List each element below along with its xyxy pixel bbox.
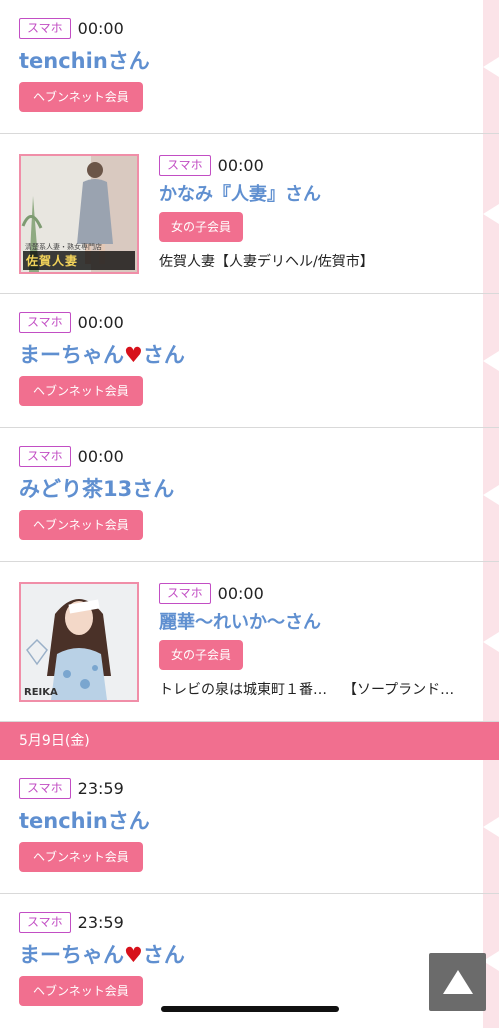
- member-type-badge: ヘブンネット会員: [19, 376, 143, 406]
- visitor-name-link[interactable]: tenchinさん: [19, 48, 479, 74]
- girl-photo[interactable]: 清楚系人妻・熟女専門店 佐賀人妻: [19, 154, 139, 274]
- member-type-badge: ヘブンネット会員: [19, 842, 143, 872]
- side-strip: [483, 134, 499, 293]
- visitor-name-link[interactable]: tenchinさん: [19, 808, 479, 834]
- visitor-name-link[interactable]: まーちゃん♥さん: [19, 942, 479, 968]
- member-type-badge: ヘブンネット会員: [19, 510, 143, 540]
- shop-type: 【ソープランド…: [343, 682, 455, 698]
- visit-time: 00:00: [217, 583, 264, 603]
- list-item[interactable]: スマホ 23:59 tenchinさん ヘブンネット会員: [0, 760, 499, 894]
- member-type-badge: ヘブンネット会員: [19, 82, 143, 112]
- triangle-up-icon: [442, 970, 473, 994]
- list-item[interactable]: REIKA スマホ 00:00 麗華〜れいか〜さん 女の子会員 トレビの泉は城東…: [0, 562, 499, 722]
- photo-caption: REIKA: [24, 687, 58, 698]
- list-item[interactable]: スマホ 00:00 tenchinさん ヘブンネット会員: [0, 0, 499, 134]
- visit-time: 00:00: [77, 446, 124, 466]
- visit-time: 00:00: [77, 312, 124, 332]
- member-type-badge: 女の子会員: [159, 212, 244, 242]
- access-history-feed: スマホ 00:00 tenchinさん ヘブンネット会員 清楚系人妻・熟女専門店…: [0, 0, 499, 1028]
- visit-time: 23:59: [77, 778, 124, 798]
- device-badge: スマホ: [19, 445, 71, 467]
- heart-icon: ♥: [124, 943, 143, 967]
- member-type-badge: 女の子会員: [159, 640, 244, 670]
- list-item[interactable]: スマホ 00:00 まーちゃん♥さん ヘブンネット会員: [0, 294, 499, 428]
- side-strip: [483, 562, 499, 721]
- name-text: まーちゃん: [19, 943, 124, 967]
- visitor-name-link[interactable]: まーちゃん♥さん: [19, 342, 479, 368]
- device-badge: スマホ: [159, 154, 211, 176]
- visit-time: 00:00: [217, 155, 264, 175]
- visit-time: 23:59: [77, 912, 124, 932]
- name-text: まーちゃん: [19, 343, 124, 367]
- side-strip: [483, 428, 499, 561]
- visitor-name-link[interactable]: みどり茶13さん: [19, 476, 479, 502]
- device-badge: スマホ: [159, 582, 211, 604]
- visit-time: 00:00: [77, 18, 124, 38]
- home-indicator[interactable]: [161, 1006, 339, 1012]
- member-type-badge: ヘブンネット会員: [19, 976, 143, 1006]
- visitor-name-link[interactable]: 麗華〜れいか〜さん: [159, 612, 479, 634]
- photo-caption: 佐賀人妻: [23, 251, 135, 270]
- device-badge: スマホ: [19, 17, 71, 39]
- device-badge: スマホ: [19, 777, 71, 799]
- device-badge: スマホ: [19, 311, 71, 333]
- heart-icon: ♥: [124, 343, 143, 367]
- visitor-name-link[interactable]: かなみ『人妻』さん: [159, 184, 479, 206]
- name-suffix: さん: [142, 943, 185, 967]
- shop-name-link[interactable]: トレビの泉は城東町１番…: [159, 679, 327, 699]
- list-item[interactable]: 清楚系人妻・熟女専門店 佐賀人妻 スマホ 00:00 かなみ『人妻』さん 女の子…: [0, 134, 499, 294]
- scroll-to-top-button[interactable]: [429, 953, 486, 1011]
- side-strip: [483, 294, 499, 427]
- date-separator: 5月9日(金): [0, 722, 499, 760]
- shop-name-link[interactable]: 佐賀人妻【人妻デリヘル/佐賀市】: [159, 251, 374, 271]
- list-item[interactable]: スマホ 00:00 みどり茶13さん ヘブンネット会員: [0, 428, 499, 562]
- side-strip: [483, 0, 499, 133]
- device-badge: スマホ: [19, 911, 71, 933]
- side-strip: [483, 760, 499, 893]
- name-suffix: さん: [142, 343, 185, 367]
- girl-photo[interactable]: REIKA: [19, 582, 139, 702]
